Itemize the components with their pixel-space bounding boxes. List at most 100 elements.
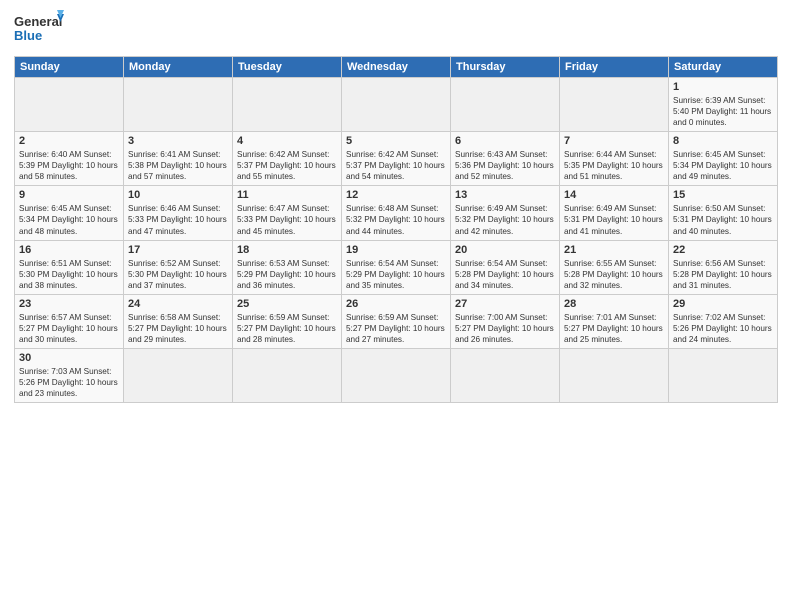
empty-cell (342, 78, 451, 132)
day-info: Sunrise: 6:54 AM Sunset: 5:29 PM Dayligh… (346, 258, 446, 291)
day-info: Sunrise: 6:58 AM Sunset: 5:27 PM Dayligh… (128, 312, 228, 345)
day-number: 27 (455, 298, 555, 310)
empty-cell (233, 348, 342, 402)
day-number: 10 (128, 189, 228, 201)
day-cell-25: 25 Sunrise: 6:59 AM Sunset: 5:27 PM Dayli… (233, 294, 342, 348)
day-cell-10: 10 Sunrise: 6:46 AM Sunset: 5:33 PM Dayli… (124, 186, 233, 240)
weekday-header-wednesday: Wednesday (342, 57, 451, 78)
weekday-header-tuesday: Tuesday (233, 57, 342, 78)
logo-svg: General Blue (14, 10, 64, 48)
empty-cell (560, 78, 669, 132)
empty-cell (342, 348, 451, 402)
day-number: 18 (237, 244, 337, 256)
day-cell-21: 21 Sunrise: 6:55 AM Sunset: 5:28 PM Dayli… (560, 240, 669, 294)
day-number: 9 (19, 189, 119, 201)
week-row-5: 23 Sunrise: 6:57 AM Sunset: 5:27 PM Dayli… (15, 294, 778, 348)
day-cell-23: 23 Sunrise: 6:57 AM Sunset: 5:27 PM Dayli… (15, 294, 124, 348)
day-info: Sunrise: 6:45 AM Sunset: 5:34 PM Dayligh… (673, 149, 773, 182)
day-info: Sunrise: 6:43 AM Sunset: 5:36 PM Dayligh… (455, 149, 555, 182)
day-cell-12: 12Sunrise: 6:48 AM Sunset: 5:32 PM Dayli… (342, 186, 451, 240)
empty-cell (451, 78, 560, 132)
day-number: 21 (564, 244, 664, 256)
day-cell-15: 15 Sunrise: 6:50 AM Sunset: 5:31 PM Dayli… (669, 186, 778, 240)
day-info: Sunrise: 7:00 AM Sunset: 5:27 PM Dayligh… (455, 312, 555, 345)
day-info: Sunrise: 6:45 AM Sunset: 5:34 PM Dayligh… (19, 203, 119, 236)
day-info: Sunrise: 6:44 AM Sunset: 5:35 PM Dayligh… (564, 149, 664, 182)
day-info: Sunrise: 6:46 AM Sunset: 5:33 PM Dayligh… (128, 203, 228, 236)
day-cell-7: 7Sunrise: 6:44 AM Sunset: 5:35 PM Daylig… (560, 132, 669, 186)
day-cell-17: 17Sunrise: 6:52 AM Sunset: 5:30 PM Dayli… (124, 240, 233, 294)
day-cell-1: 1Sunrise: 6:39 AM Sunset: 5:40 PM Daylig… (669, 78, 778, 132)
logo: General Blue (14, 10, 64, 48)
empty-cell (15, 78, 124, 132)
day-info: Sunrise: 6:59 AM Sunset: 5:27 PM Dayligh… (237, 312, 337, 345)
day-info: Sunrise: 6:42 AM Sunset: 5:37 PM Dayligh… (346, 149, 446, 182)
day-info: Sunrise: 7:03 AM Sunset: 5:26 PM Dayligh… (19, 366, 119, 399)
day-number: 6 (455, 135, 555, 147)
day-number: 8 (673, 135, 773, 147)
day-info: Sunrise: 6:50 AM Sunset: 5:31 PM Dayligh… (673, 203, 773, 236)
day-cell-3: 3 Sunrise: 6:41 AM Sunset: 5:38 PM Daylig… (124, 132, 233, 186)
day-cell-16: 16 Sunrise: 6:51 AM Sunset: 5:30 PM Dayli… (15, 240, 124, 294)
empty-cell (560, 348, 669, 402)
day-number: 5 (346, 135, 446, 147)
day-number: 29 (673, 298, 773, 310)
day-cell-18: 18 Sunrise: 6:53 AM Sunset: 5:29 PM Dayli… (233, 240, 342, 294)
day-info: Sunrise: 6:54 AM Sunset: 5:28 PM Dayligh… (455, 258, 555, 291)
day-info: Sunrise: 6:55 AM Sunset: 5:28 PM Dayligh… (564, 258, 664, 291)
day-number: 25 (237, 298, 337, 310)
week-row-6: 30Sunrise: 7:03 AM Sunset: 5:26 PM Dayli… (15, 348, 778, 402)
empty-cell (451, 348, 560, 402)
day-cell-24: 24 Sunrise: 6:58 AM Sunset: 5:27 PM Dayli… (124, 294, 233, 348)
day-cell-29: 29 Sunrise: 7:02 AM Sunset: 5:26 PM Dayli… (669, 294, 778, 348)
weekday-header-saturday: Saturday (669, 57, 778, 78)
weekday-header-thursday: Thursday (451, 57, 560, 78)
day-number: 13 (455, 189, 555, 201)
day-cell-4: 4 Sunrise: 6:42 AM Sunset: 5:37 PM Daylig… (233, 132, 342, 186)
empty-cell (124, 348, 233, 402)
day-number: 1 (673, 81, 773, 93)
day-number: 14 (564, 189, 664, 201)
day-info: Sunrise: 6:49 AM Sunset: 5:32 PM Dayligh… (455, 203, 555, 236)
week-row-2: 2Sunrise: 6:40 AM Sunset: 5:39 PM Daylig… (15, 132, 778, 186)
day-info: Sunrise: 6:59 AM Sunset: 5:27 PM Dayligh… (346, 312, 446, 345)
day-info: Sunrise: 6:52 AM Sunset: 5:30 PM Dayligh… (128, 258, 228, 291)
day-cell-20: 20 Sunrise: 6:54 AM Sunset: 5:28 PM Dayli… (451, 240, 560, 294)
day-number: 3 (128, 135, 228, 147)
weekday-header-sunday: Sunday (15, 57, 124, 78)
day-info: Sunrise: 7:02 AM Sunset: 5:26 PM Dayligh… (673, 312, 773, 345)
day-info: Sunrise: 6:49 AM Sunset: 5:31 PM Dayligh… (564, 203, 664, 236)
day-number: 26 (346, 298, 446, 310)
empty-cell (124, 78, 233, 132)
day-number: 23 (19, 298, 119, 310)
empty-cell (669, 348, 778, 402)
day-number: 15 (673, 189, 773, 201)
svg-text:Blue: Blue (14, 28, 42, 43)
day-number: 20 (455, 244, 555, 256)
day-cell-26: 26 Sunrise: 6:59 AM Sunset: 5:27 PM Dayli… (342, 294, 451, 348)
week-row-1: 1Sunrise: 6:39 AM Sunset: 5:40 PM Daylig… (15, 78, 778, 132)
day-number: 16 (19, 244, 119, 256)
weekday-header-row: SundayMondayTuesdayWednesdayThursdayFrid… (15, 57, 778, 78)
day-info: Sunrise: 6:56 AM Sunset: 5:28 PM Dayligh… (673, 258, 773, 291)
day-cell-22: 22Sunrise: 6:56 AM Sunset: 5:28 PM Dayli… (669, 240, 778, 294)
day-info: Sunrise: 6:47 AM Sunset: 5:33 PM Dayligh… (237, 203, 337, 236)
day-cell-30: 30Sunrise: 7:03 AM Sunset: 5:26 PM Dayli… (15, 348, 124, 402)
day-info: Sunrise: 6:42 AM Sunset: 5:37 PM Dayligh… (237, 149, 337, 182)
weekday-header-friday: Friday (560, 57, 669, 78)
day-number: 24 (128, 298, 228, 310)
day-info: Sunrise: 6:51 AM Sunset: 5:30 PM Dayligh… (19, 258, 119, 291)
day-info: Sunrise: 6:41 AM Sunset: 5:38 PM Dayligh… (128, 149, 228, 182)
day-cell-13: 13 Sunrise: 6:49 AM Sunset: 5:32 PM Dayli… (451, 186, 560, 240)
day-info: Sunrise: 6:57 AM Sunset: 5:27 PM Dayligh… (19, 312, 119, 345)
weekday-header-monday: Monday (124, 57, 233, 78)
day-cell-2: 2Sunrise: 6:40 AM Sunset: 5:39 PM Daylig… (15, 132, 124, 186)
page: General Blue SundayMondayTuesdayWednesda… (0, 0, 792, 612)
day-number: 12 (346, 189, 446, 201)
day-number: 4 (237, 135, 337, 147)
day-cell-11: 11Sunrise: 6:47 AM Sunset: 5:33 PM Dayli… (233, 186, 342, 240)
day-info: Sunrise: 6:53 AM Sunset: 5:29 PM Dayligh… (237, 258, 337, 291)
empty-cell (233, 78, 342, 132)
day-cell-14: 14 Sunrise: 6:49 AM Sunset: 5:31 PM Dayli… (560, 186, 669, 240)
day-cell-6: 6 Sunrise: 6:43 AM Sunset: 5:36 PM Daylig… (451, 132, 560, 186)
